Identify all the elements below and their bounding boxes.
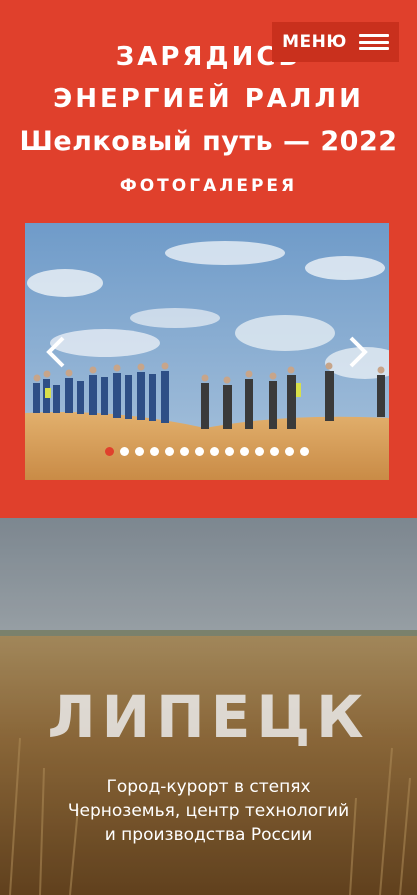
menu-button[interactable]: МЕНЮ <box>272 22 399 62</box>
gallery-dot[interactable] <box>120 447 129 456</box>
gallery-dot[interactable] <box>285 447 294 456</box>
gallery-dot[interactable] <box>300 447 309 456</box>
gallery-dot[interactable] <box>180 447 189 456</box>
gallery-pagination <box>25 447 389 456</box>
city-description: Город-курорт в степях Черноземья, центр … <box>67 777 350 845</box>
city-section: ЛИПЕЦК Город-курорт в степях Черноземья,… <box>0 518 417 895</box>
gallery-dot[interactable] <box>165 447 174 456</box>
hero-section: ЗАРЯДИСЬ ЭНЕРГИЕЙ РАЛЛИ Шелковый путь — … <box>0 0 417 518</box>
gallery-dot[interactable] <box>195 447 204 456</box>
gallery-dot[interactable] <box>270 447 279 456</box>
gallery-photo <box>25 223 389 480</box>
gallery-dot[interactable] <box>210 447 219 456</box>
city-name: ЛИПЕЦК <box>47 683 370 751</box>
gallery-dot[interactable] <box>240 447 249 456</box>
photo-gallery[interactable] <box>25 223 389 480</box>
gallery-dot[interactable] <box>150 447 159 456</box>
gallery-dot[interactable] <box>105 447 114 456</box>
hamburger-icon <box>358 34 389 50</box>
title-line-2: ЭНЕРГИЕЙ РАЛЛИ <box>53 84 364 114</box>
chevron-left-icon[interactable] <box>41 335 71 369</box>
title-line-3: Шелковый путь — 2022 <box>19 126 398 157</box>
gallery-dot[interactable] <box>135 447 144 456</box>
chevron-right-icon[interactable] <box>343 335 373 369</box>
gallery-dot[interactable] <box>255 447 264 456</box>
gallery-dot[interactable] <box>225 447 234 456</box>
menu-label: МЕНЮ <box>282 32 347 52</box>
gallery-heading: ФОТОГАЛЕРЕЯ <box>119 176 298 196</box>
